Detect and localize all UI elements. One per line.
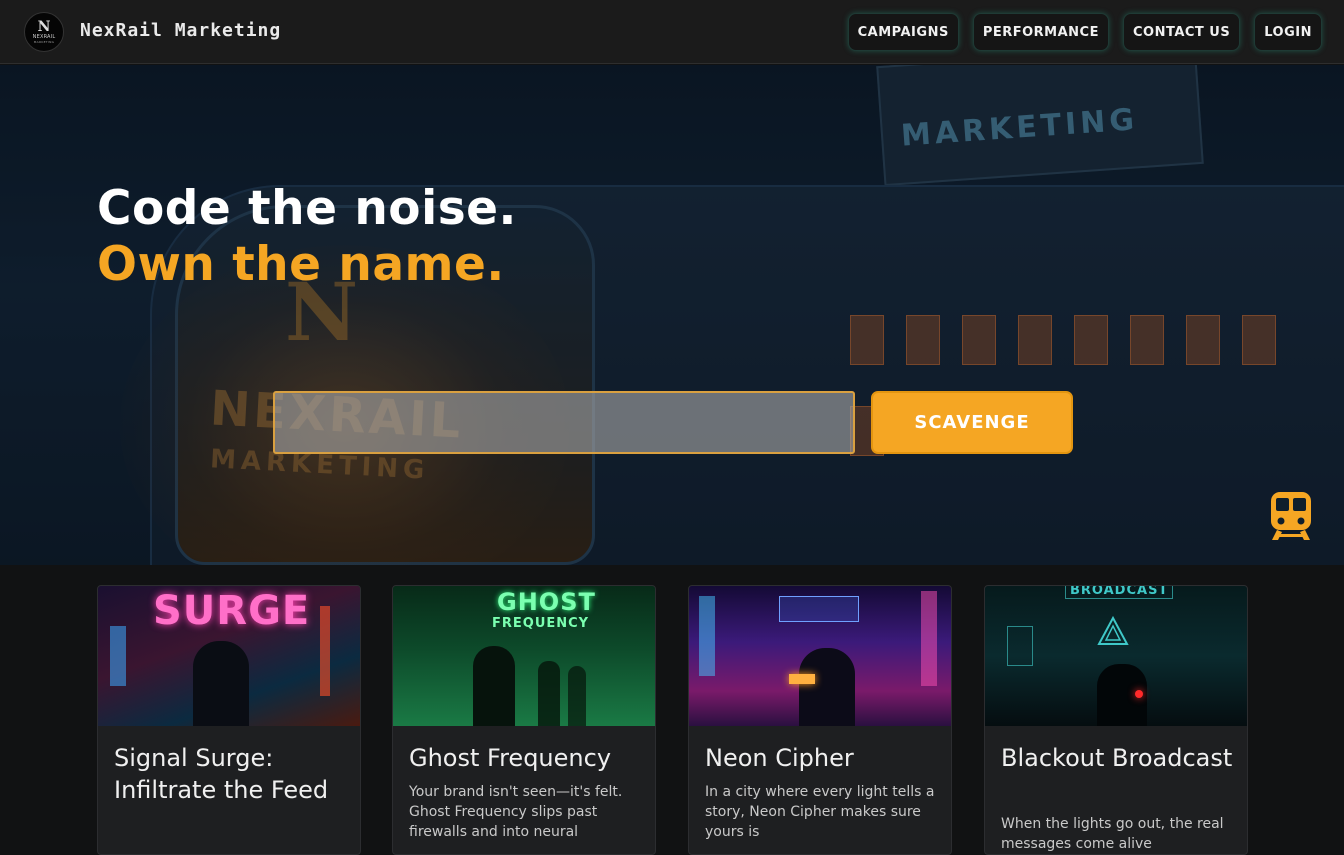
card-description: Your brand isn't seen—it's felt. Ghost F…	[409, 784, 623, 840]
nav-campaigns[interactable]: CAMPAIGNS	[847, 13, 959, 51]
nav-performance[interactable]: PERFORMANCE	[972, 13, 1109, 51]
scavenge-button[interactable]: SCAVENGE	[871, 391, 1073, 454]
search-input[interactable]	[273, 391, 855, 454]
card-image-text: SURGE	[153, 588, 311, 634]
brand-name[interactable]: NexRail Marketing	[80, 20, 281, 41]
card-image-figure	[473, 646, 515, 726]
card-title[interactable]: Ghost Frequency	[409, 742, 645, 774]
card-image-text: BROADCAST	[1065, 586, 1174, 599]
card-image: BROADCAST	[985, 586, 1247, 726]
card-image-subtext: FREQUENCY	[492, 616, 590, 631]
logo-line-2: MARKETING	[33, 40, 55, 44]
campaign-card[interactable]: BROADCAST Blackout Broadcast When the li…	[984, 585, 1248, 855]
hero-headline-2: Own the name.	[97, 237, 505, 292]
campaign-card[interactable]: GHOST FREQUENCY Ghost Frequency Your bra…	[392, 585, 656, 855]
card-image-figure	[799, 648, 855, 726]
logo-letter: N	[37, 19, 51, 35]
card-title[interactable]: Neon Cipher	[705, 742, 941, 774]
campaign-card[interactable]: SURGE Signal Surge: Infiltrate the Feed	[97, 585, 361, 855]
card-description: In a city where every light tells a stor…	[705, 784, 935, 840]
card-image: SURGE	[98, 586, 360, 726]
card-image-figure	[193, 641, 249, 726]
card-image: GHOST FREQUENCY	[393, 586, 655, 726]
card-title[interactable]: Signal Surge: Infiltrate the Feed	[114, 742, 350, 806]
nav-login[interactable]: LOGIN	[1254, 13, 1322, 51]
campaign-card[interactable]: Neon Cipher In a city where every light …	[688, 585, 952, 855]
train-icon[interactable]	[1269, 490, 1313, 542]
card-image-text: GHOST	[497, 588, 596, 616]
hero-headline-1: Code the noise.	[97, 181, 517, 236]
card-image	[689, 586, 951, 726]
top-navbar: N NEXRAIL MARKETING NexRail Marketing CA…	[0, 0, 1344, 64]
main-nav: CAMPAIGNS PERFORMANCE CONTACT US LOGIN	[847, 13, 1322, 51]
hero-section: MARKETING N NEXRAIL MARKETING Code the n…	[0, 65, 1344, 565]
card-description: When the lights go out, the real message…	[1001, 816, 1224, 852]
hero-overlay	[0, 65, 1344, 565]
campaign-cards: SURGE Signal Surge: Infiltrate the Feed …	[97, 585, 1248, 855]
brand-logo[interactable]: N NEXRAIL MARKETING	[24, 12, 64, 52]
card-title[interactable]: Blackout Broadcast	[1001, 742, 1237, 774]
nav-contact-us[interactable]: CONTACT US	[1122, 13, 1241, 51]
triangle-icon	[1097, 616, 1129, 645]
